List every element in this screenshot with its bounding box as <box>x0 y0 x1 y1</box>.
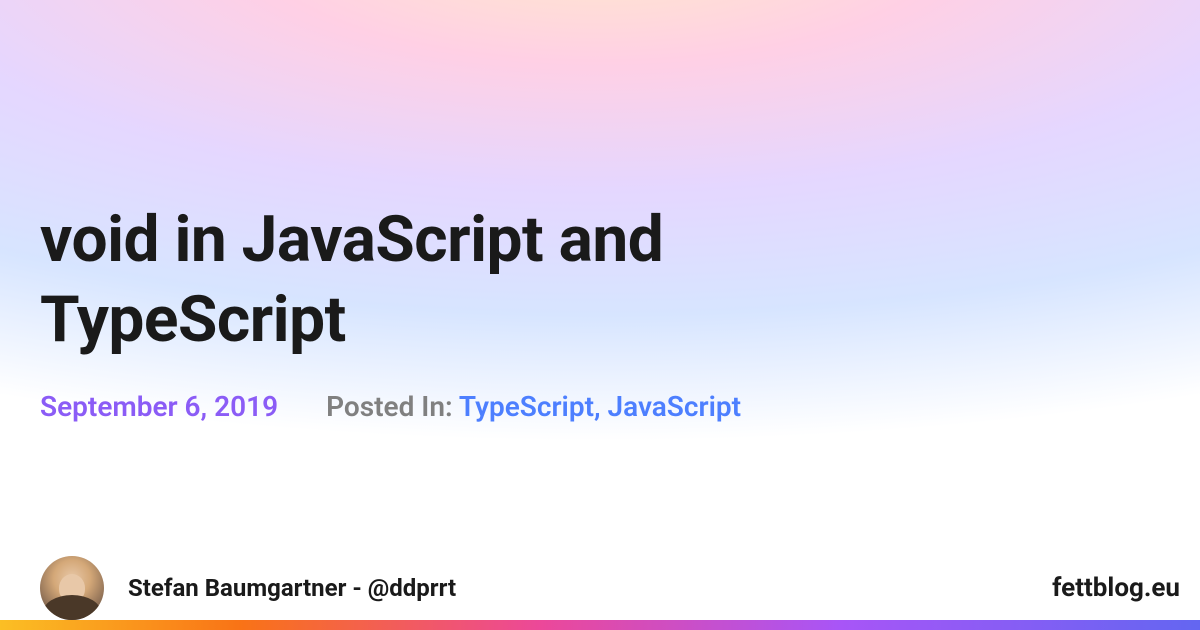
gradient-bar <box>0 620 1200 630</box>
posted-in-label: Posted In: <box>326 390 453 423</box>
author-avatar <box>40 556 104 620</box>
article-title: void in JavaScript and TypeScript <box>40 200 940 360</box>
article-date: September 6, 2019 <box>40 390 278 423</box>
author-name: Stefan Baumgartner - @ddprrt <box>128 574 456 602</box>
article-header: void in JavaScript and TypeScript Septem… <box>40 200 1160 423</box>
article-tags-container: Posted In: TypeScript, JavaScript <box>326 390 741 423</box>
site-name[interactable]: fettblog.eu <box>1052 573 1180 603</box>
article-meta: September 6, 2019 Posted In: TypeScript,… <box>40 390 1160 423</box>
footer: Stefan Baumgartner - @ddprrt fettblog.eu <box>40 556 1180 620</box>
author-section: Stefan Baumgartner - @ddprrt <box>40 556 456 620</box>
article-tags[interactable]: TypeScript, JavaScript <box>459 390 741 423</box>
